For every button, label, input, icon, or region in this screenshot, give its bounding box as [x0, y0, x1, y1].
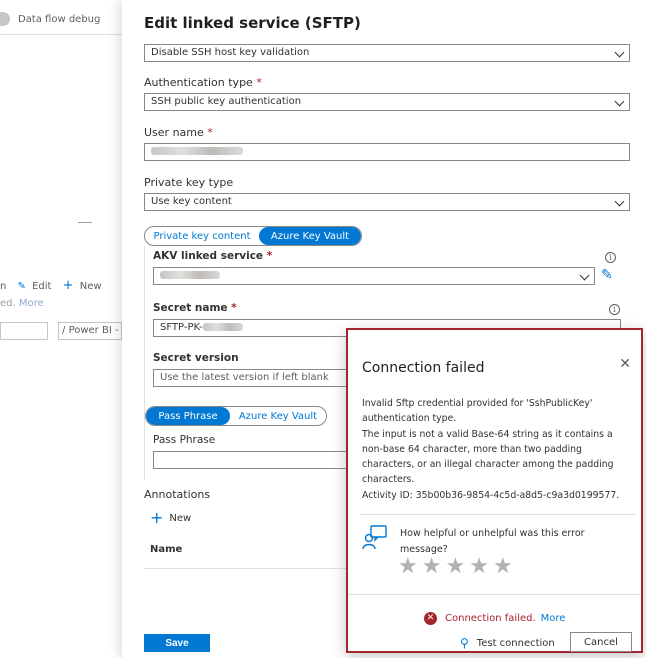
close-icon[interactable]: ✕: [619, 356, 631, 372]
error-icon: ✕: [424, 612, 437, 625]
power-bi-label: Power BI -: [68, 325, 119, 336]
plug-icon: ⚲: [460, 636, 469, 650]
secret-version-label: Secret version: [153, 352, 239, 364]
required-mark: *: [266, 250, 273, 262]
private-key-type-select[interactable]: Use key content: [144, 193, 630, 211]
info-icon[interactable]: i: [609, 304, 620, 315]
akv-linked-service-label: AKV linked service *: [153, 250, 272, 262]
error-message-line: characters, or an illegal character amon…: [362, 459, 614, 471]
background-toolbar-fragment: n: [0, 281, 7, 292]
more-link[interactable]: More: [541, 613, 566, 624]
data-flow-debug-label: Data flow debug: [18, 14, 101, 25]
power-bi-select[interactable]: / Power BI -: [58, 322, 122, 340]
secret-name-value: SFTP-PK-: [160, 322, 203, 333]
save-button[interactable]: Save: [144, 634, 210, 652]
new-annotation-label: New: [169, 513, 192, 524]
chevron-down-icon: [614, 96, 625, 107]
test-connection-label: Test connection: [476, 637, 555, 649]
host-key-validation-select[interactable]: Disable SSH host key validation: [144, 44, 630, 62]
star-icon[interactable]: ★: [469, 556, 489, 578]
star-icon[interactable]: ★: [422, 556, 442, 578]
error-message-line: Invalid Sftp credential provided for 'Ss…: [362, 398, 593, 409]
background-failed-text: ed. More: [0, 298, 44, 309]
chevron-down-icon: [614, 47, 625, 58]
chevron-down-icon: [614, 196, 625, 207]
private-key-type-label: Private key type: [144, 176, 234, 189]
test-connection-button[interactable]: ⚲ Test connection: [460, 636, 555, 650]
new-link[interactable]: New: [80, 281, 102, 292]
connection-status-text: Connection failed.: [445, 613, 536, 624]
star-icon[interactable]: ★: [493, 556, 513, 578]
secret-name-label: Secret name *: [153, 302, 237, 314]
feedback-question-line: How helpful or unhelpful was this error: [400, 528, 585, 539]
new-annotation-button[interactable]: + New: [150, 508, 191, 527]
background-more-link[interactable]: More: [19, 298, 44, 309]
akv-linked-service-select[interactable]: [153, 267, 595, 285]
connection-status: ✕ Connection failed. More: [424, 612, 565, 625]
pencil-icon[interactable]: ✎: [18, 281, 26, 292]
redacted-value: [202, 323, 243, 331]
feedback-person-icon: [362, 525, 387, 550]
tab-pass-phrase[interactable]: Pass Phrase: [146, 407, 230, 425]
error-message: Invalid Sftp credential provided for 'Ss…: [362, 396, 634, 503]
dialog-footer-divider: [348, 594, 641, 595]
plus-icon: +: [150, 508, 164, 527]
chevron-down-icon: [579, 270, 590, 281]
dialog-divider: [360, 514, 636, 515]
tab-pass-azure-key-vault[interactable]: Azure Key Vault: [230, 407, 326, 425]
background-dash: [78, 222, 92, 223]
secret-name-label-text: Secret name: [153, 302, 228, 314]
background-toolbar: n ✎ Edit + New: [0, 278, 102, 293]
tab-private-key-content[interactable]: Private key content: [145, 227, 259, 245]
info-icon[interactable]: i: [605, 252, 616, 263]
redacted-value: [160, 271, 220, 279]
redacted-value: [151, 147, 243, 155]
annotations-label: Annotations: [144, 488, 211, 501]
auth-type-value: SSH public key authentication: [151, 96, 302, 107]
background-page: Data flow debug n ✎ Edit + New ed. More …: [0, 0, 130, 658]
star-rating: ★ ★ ★ ★ ★: [398, 556, 513, 578]
background-divider: [0, 34, 122, 35]
host-key-validation-value: Disable SSH host key validation: [151, 47, 310, 58]
user-name-label: User name *: [144, 126, 213, 139]
required-mark: *: [207, 126, 213, 139]
name-column-header: Name: [150, 544, 183, 555]
background-failed-label: ed.: [0, 298, 16, 309]
error-message-line: non-base 64 character, more than two pad…: [362, 443, 582, 455]
connection-failed-dialog: Connection failed ✕ Invalid Sftp credent…: [346, 328, 643, 653]
edit-link[interactable]: Edit: [32, 281, 51, 292]
dialog-title: Connection failed: [362, 360, 485, 376]
star-icon[interactable]: ★: [445, 556, 465, 578]
private-key-type-value: Use key content: [151, 196, 232, 207]
panel-title: Edit linked service (SFTP): [144, 14, 361, 32]
data-flow-debug-toggle[interactable]: [0, 12, 10, 26]
auth-type-label-text: Authentication type: [144, 76, 253, 89]
required-mark: *: [256, 76, 262, 89]
secret-version-placeholder: Use the latest version if left blank: [160, 372, 329, 383]
background-input[interactable]: [0, 322, 48, 340]
star-icon[interactable]: ★: [398, 556, 418, 578]
key-source-toggle: Private key content Azure Key Vault: [144, 226, 362, 246]
auth-type-select[interactable]: SSH public key authentication: [144, 93, 630, 111]
plus-icon[interactable]: +: [63, 278, 74, 293]
user-name-label-text: User name: [144, 126, 204, 139]
name-header-divider: [144, 568, 374, 569]
tab-azure-key-vault[interactable]: Azure Key Vault: [259, 227, 361, 245]
error-message-line: characters.: [362, 474, 415, 486]
error-message-line: The input is not a valid Base-64 string …: [362, 428, 613, 440]
auth-type-label: Authentication type *: [144, 76, 262, 89]
required-mark: *: [231, 302, 237, 314]
error-message-line: authentication type.: [362, 413, 457, 425]
edit-pencil-icon[interactable]: ✎: [601, 267, 613, 283]
activity-id: Activity ID: 35b00b36-9854-4c5d-a8d5-c9a…: [362, 489, 620, 501]
pass-phrase-toggle: Pass Phrase Azure Key Vault: [145, 406, 327, 426]
pass-phrase-label: Pass Phrase: [153, 434, 216, 446]
akv-label-text: AKV linked service: [153, 250, 264, 262]
user-name-input[interactable]: [144, 143, 630, 161]
cancel-button[interactable]: Cancel: [570, 632, 632, 652]
